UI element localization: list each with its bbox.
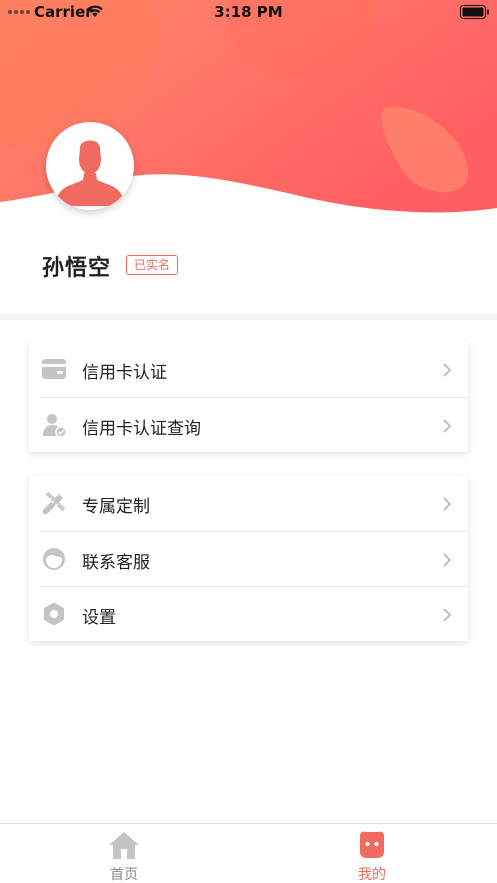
user-name: 孙悟空	[42, 256, 112, 281]
home-icon	[109, 832, 139, 859]
menu-item-label: 联系客服	[82, 553, 150, 573]
pencil-ruler-icon	[43, 492, 65, 514]
chevron-right-icon	[443, 363, 452, 377]
battery-icon	[460, 5, 489, 19]
credit-card-icon	[42, 359, 66, 379]
menu-item-credit-card-verify[interactable]: 信用卡认证	[29, 342, 468, 397]
status-bar: Carrier 3:18 PM	[0, 0, 497, 24]
menu-item-label: 信用卡认证	[82, 363, 167, 383]
menu-item-label: 专属定制	[82, 497, 150, 517]
user-silhouette-icon	[50, 126, 130, 206]
tab-mine-label: 我的	[358, 867, 386, 883]
menu-item-credit-card-query[interactable]: 信用卡认证查询	[41, 397, 468, 452]
bottom-tab-bar: 首页 我的	[0, 823, 497, 883]
menu-item-custom[interactable]: 专属定制	[29, 476, 468, 531]
menu-item-label: 设置	[82, 608, 116, 628]
tab-home[interactable]: 首页	[64, 824, 184, 883]
avatar[interactable]	[46, 122, 134, 210]
clock-time: 3:18 PM	[214, 3, 283, 21]
settings-hexagon-icon	[44, 602, 64, 626]
chevron-right-icon	[443, 553, 452, 567]
tab-home-label: 首页	[110, 867, 138, 883]
customer-service-icon	[43, 548, 65, 570]
menu-item-settings[interactable]: 设置	[41, 586, 468, 641]
menu-card-services: 专属定制 联系客服 设置	[29, 476, 468, 641]
tab-mine[interactable]: 我的	[312, 824, 432, 883]
menu-item-label: 信用卡认证查询	[82, 419, 201, 439]
chevron-right-icon	[443, 608, 452, 622]
user-verified-icon	[43, 414, 67, 438]
mine-face-icon	[360, 831, 384, 858]
chevron-right-icon	[443, 419, 452, 433]
chevron-right-icon	[443, 497, 452, 511]
menu-card-credit: 信用卡认证 信用卡认证查询	[29, 342, 468, 452]
verified-badge: 已实名	[126, 255, 179, 275]
section-divider	[0, 314, 497, 320]
menu-item-customer-service[interactable]: 联系客服	[41, 531, 468, 586]
